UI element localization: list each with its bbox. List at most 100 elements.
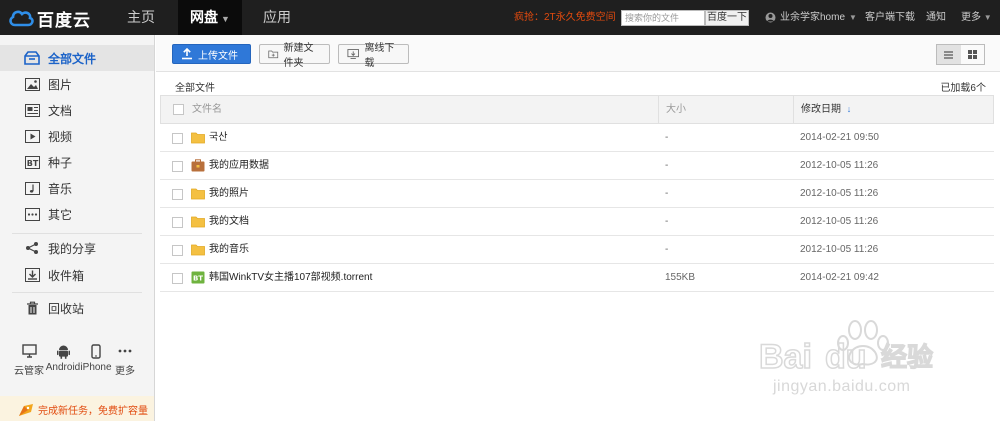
svg-text:du: du (825, 338, 867, 376)
iphone-icon (80, 342, 112, 360)
new-folder-icon (268, 50, 279, 59)
new-folder-label: 新建文件夹 (283, 43, 314, 69)
file-date: 2012-10-05 11:26 (800, 188, 879, 199)
sidebar-item-inbox[interactable]: 收件箱 (0, 262, 154, 288)
file-name[interactable]: 我的音乐 (209, 236, 249, 264)
nav-home[interactable]: 主页 (110, 0, 172, 35)
sidebar-item-torrents[interactable]: BT 种子 (0, 149, 154, 175)
torrent-file-icon: BT (191, 271, 205, 284)
baidu-cloud-logo[interactable]: 百度云 (8, 6, 91, 30)
more-menu[interactable]: 更多 ▼ (961, 0, 992, 35)
trash-icon (24, 300, 40, 316)
file-name[interactable]: 我的应用数据 (209, 152, 269, 180)
table-row[interactable]: 我的文档 - 2012-10-05 11:26 (160, 208, 994, 236)
table-row[interactable]: BT 韩国WinkTV女主播107部视频.torrent 155KB 2014-… (160, 264, 994, 292)
sidebar-item-videos[interactable]: 视频 (0, 123, 154, 149)
upload-icon (182, 48, 192, 60)
grid-view-icon (967, 50, 977, 59)
device-label: iPhone (80, 362, 112, 373)
device-desktop-client[interactable]: 云管家 (10, 342, 48, 377)
sidebar-item-documents[interactable]: 文档 (0, 97, 154, 123)
row-checkbox[interactable] (172, 217, 183, 228)
svg-text:Bai: Bai (759, 338, 812, 376)
nav-netdisk[interactable]: 网盘 ▼ (178, 0, 242, 35)
device-more[interactable]: 更多 (112, 342, 138, 377)
column-divider (658, 96, 659, 123)
android-icon (44, 342, 82, 360)
folder-icon (191, 188, 205, 200)
sidebar-item-label: 种子 (48, 155, 73, 170)
task-banner[interactable]: 完成新任务，免费扩容量 (18, 402, 148, 417)
file-size: - (665, 216, 669, 227)
breadcrumb[interactable]: 全部文件 (175, 79, 215, 94)
nav-apps[interactable]: 应用 (248, 0, 306, 35)
offline-download-icon (347, 49, 359, 59)
baidu-jingyan-watermark: Bai du 经验 (758, 320, 934, 377)
row-checkbox[interactable] (172, 189, 183, 200)
row-checkbox[interactable] (172, 161, 183, 172)
sidebar-item-label: 其它 (48, 207, 73, 222)
column-header-date-label: 修改日期 (801, 104, 841, 115)
sidebar-item-label: 文档 (48, 103, 73, 118)
sidebar-item-label: 视频 (48, 129, 73, 144)
file-date: 2014-02-21 09:42 (800, 272, 879, 283)
cloud-logo-icon (9, 10, 34, 27)
document-icon (24, 102, 40, 118)
sidebar-item-other[interactable]: 其它 (0, 201, 154, 227)
svg-text:BT: BT (193, 275, 203, 283)
sidebar-item-label: 图片 (48, 77, 73, 92)
notifications-link[interactable]: 通知 (926, 0, 946, 35)
search-input[interactable]: 搜索你的文件 (621, 10, 705, 26)
folder-icon (191, 244, 205, 256)
file-table: 文件名 大小 修改日期 ↓ 국산 - 2014-02-21 09:50 我的应用… (160, 95, 994, 292)
row-checkbox[interactable] (172, 273, 183, 284)
sidebar-item-pictures[interactable]: 图片 (0, 71, 154, 97)
search-button[interactable]: 百度一下 (705, 10, 749, 26)
select-all-checkbox[interactable] (173, 104, 184, 115)
promo-link[interactable]: 疯抢：2T永久免费空间 (514, 0, 616, 35)
table-row[interactable]: 我的照片 - 2012-10-05 11:26 (160, 180, 994, 208)
user-name: 业余学家home (780, 12, 846, 23)
upload-label: 上传文件 (198, 50, 238, 62)
device-label: Android (45, 362, 81, 373)
file-name[interactable]: 我的文档 (209, 208, 249, 236)
inbox-icon (24, 267, 40, 283)
sidebar: 全部文件 图片 文档 视频 BT 种子 音乐 其它 我的分享 收件箱 回收站 云… (0, 35, 155, 421)
column-header-date[interactable]: 修改日期 ↓ (801, 96, 851, 123)
sidebar-item-label: 音乐 (48, 181, 73, 196)
toolbar: 上传文件 新建文件夹 离线下载 (156, 35, 1000, 72)
file-name[interactable]: 韩国WinkTV女主播107部视频.torrent (209, 264, 372, 292)
more-label: 更多 (961, 12, 981, 23)
row-checkbox[interactable] (172, 245, 183, 256)
sidebar-item-music[interactable]: 音乐 (0, 175, 154, 201)
sidebar-divider (12, 292, 142, 293)
column-header-size[interactable]: 大小 (666, 96, 686, 123)
table-row[interactable]: 我的应用数据 - 2012-10-05 11:26 (160, 152, 994, 180)
table-row[interactable]: 我的音乐 - 2012-10-05 11:26 (160, 236, 994, 264)
device-iphone[interactable]: iPhone (80, 342, 112, 373)
new-folder-button[interactable]: 新建文件夹 (259, 43, 330, 69)
sidebar-item-my-shares[interactable]: 我的分享 (0, 235, 154, 261)
row-checkbox[interactable] (172, 133, 183, 144)
chevron-down-icon: ▼ (221, 14, 230, 24)
file-date: 2012-10-05 11:26 (800, 244, 879, 255)
list-view-button[interactable] (937, 45, 961, 64)
offline-download-button[interactable]: 离线下载 (338, 43, 409, 69)
device-label: 云管家 (14, 366, 44, 377)
sidebar-item-recycle-bin[interactable]: 回收站 (0, 295, 154, 321)
more-dots-icon (24, 206, 40, 222)
file-name[interactable]: 국산 (209, 124, 227, 152)
upload-button[interactable]: 上传文件 (172, 44, 251, 64)
device-android[interactable]: Android (44, 342, 82, 373)
column-header-name[interactable]: 文件名 (192, 96, 222, 123)
grid-view-button[interactable] (961, 45, 985, 64)
watermark-url: jingyan.baidu.com (773, 378, 911, 395)
top-bar: 百度云 主页 网盘 ▼ 应用 疯抢：2T永久免费空间 搜索你的文件 百度一下 业余… (0, 0, 1000, 35)
user-menu[interactable]: 业余学家home ▼ (765, 0, 857, 35)
sidebar-item-all-files[interactable]: 全部文件 (0, 45, 154, 71)
table-row[interactable]: 국산 - 2014-02-21 09:50 (160, 124, 994, 152)
video-icon (24, 128, 40, 144)
client-download-link[interactable]: 客户端下载 (865, 0, 915, 35)
file-name[interactable]: 我的照片 (209, 180, 249, 208)
file-date: 2012-10-05 11:26 (800, 160, 879, 171)
